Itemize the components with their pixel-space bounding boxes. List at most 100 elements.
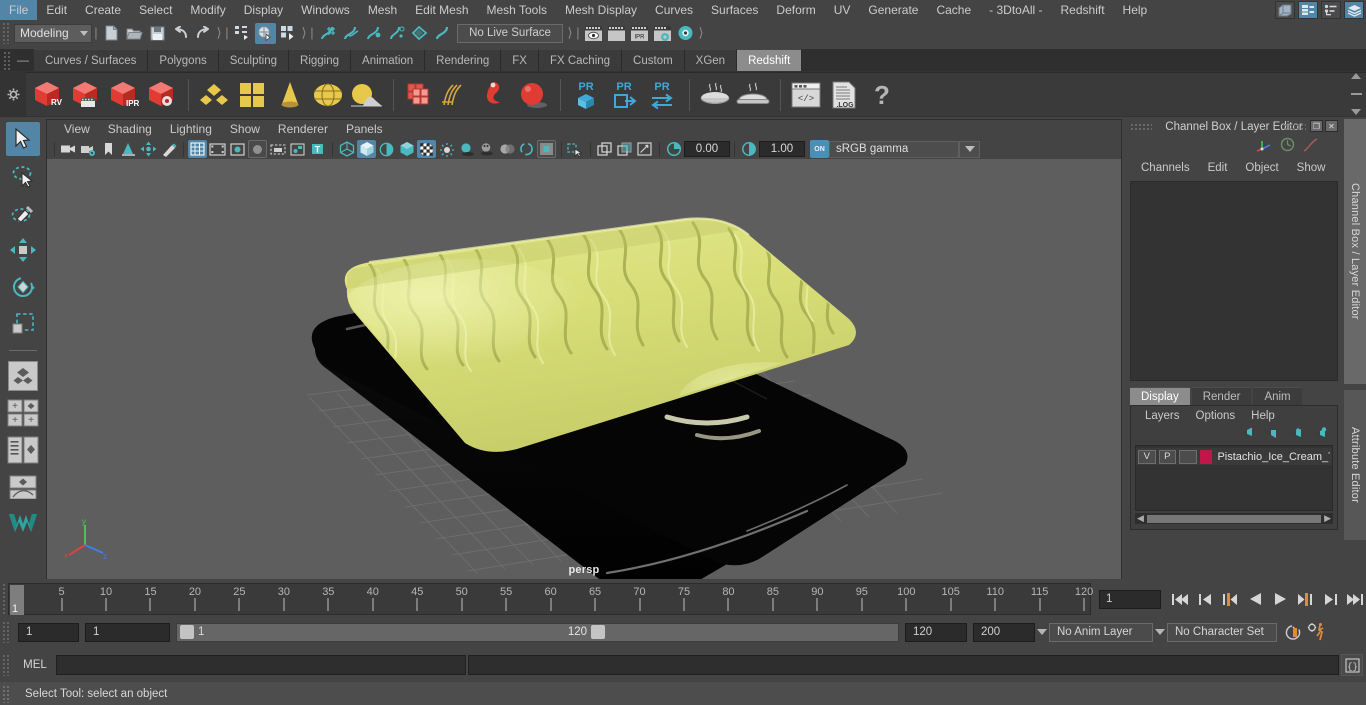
layer-shading-toggle[interactable] <box>1179 449 1197 464</box>
layer-menu-layers[interactable]: Layers <box>1137 410 1188 422</box>
status-line-grip[interactable] <box>2 22 11 44</box>
shelf-rs-help-icon[interactable]: ? <box>864 76 900 114</box>
chevron-up-icon[interactable] <box>1351 73 1361 79</box>
layer-playback-toggle[interactable]: P <box>1158 449 1177 464</box>
display-layer2-icon[interactable] <box>615 140 634 158</box>
shelf-tab-rendering[interactable]: Rendering <box>425 49 502 71</box>
menu-display[interactable]: Display <box>235 0 292 20</box>
lasso-select-tool[interactable] <box>6 159 40 193</box>
restore-icon[interactable]: ❐ <box>1310 120 1323 132</box>
wireframe-icon[interactable] <box>337 140 356 158</box>
character-set-chevron-icon[interactable] <box>1153 623 1167 642</box>
exposure-control-icon[interactable] <box>664 140 683 158</box>
chevron-down-icon[interactable] <box>1351 109 1361 115</box>
snap-to-point-icon[interactable] <box>363 23 384 44</box>
depth-of-field-icon[interactable] <box>517 140 536 158</box>
motion-blur-icon[interactable] <box>497 140 516 158</box>
snap-to-curve-icon[interactable] <box>340 23 361 44</box>
menu-create[interactable]: Create <box>76 0 130 20</box>
panel-grip[interactable] <box>1130 123 1152 131</box>
viewport-canvas[interactable]: y x z persp <box>47 159 1121 579</box>
shelf-tab-redshift[interactable]: Redshift <box>737 49 803 71</box>
render-current-frame-icon[interactable] <box>583 23 604 44</box>
shelf-rs-script-icon[interactable]: </> <box>788 76 824 114</box>
vtab-attribute-editor[interactable]: Attribute Editor <box>1344 390 1366 540</box>
paint-select-tool[interactable] <box>6 196 40 230</box>
command-input[interactable] <box>56 655 466 675</box>
go-to-end-icon[interactable] <box>1344 589 1366 609</box>
menu-3dtoall[interactable]: - 3DtoAll - <box>980 0 1051 20</box>
auto-keyframe-icon[interactable] <box>1281 624 1305 641</box>
xray-joints-icon[interactable] <box>566 140 585 158</box>
select-by-component-type-icon[interactable] <box>278 23 299 44</box>
tab-anim[interactable]: Anim <box>1253 387 1302 405</box>
create-layer-from-selected-icon[interactable] <box>1312 426 1327 442</box>
range-start-field[interactable] <box>85 622 170 642</box>
render-settings-icon[interactable] <box>652 23 673 44</box>
live-surface-field[interactable]: No Live Surface <box>457 23 563 43</box>
hardware-texturing-icon[interactable] <box>397 140 416 158</box>
help-line-grip[interactable] <box>2 684 11 703</box>
close-icon[interactable]: ✕ <box>1325 120 1338 132</box>
menu-mesh-display[interactable]: Mesh Display <box>556 0 646 20</box>
move-tool[interactable] <box>6 233 40 267</box>
shelf-tab-sculpting[interactable]: Sculpting <box>218 49 290 71</box>
scroll-thumb[interactable] <box>1146 514 1322 523</box>
layer-list-hscrollbar[interactable]: ◀ ▶ <box>1135 513 1333 524</box>
channel-box-content[interactable] <box>1130 181 1338 381</box>
single-pane-layout[interactable] <box>6 359 40 393</box>
2d-pan-zoom-icon[interactable] <box>139 140 158 158</box>
create-new-layer-icon[interactable] <box>1288 427 1303 442</box>
shelf-rs-dome-light-icon[interactable] <box>310 76 346 114</box>
menu-modify[interactable]: Modify <box>181 0 234 20</box>
menu-set-selector[interactable]: Modeling <box>14 23 92 43</box>
viewport-menu-view[interactable]: View <box>55 120 99 139</box>
multisample-aa-icon[interactable] <box>417 140 436 158</box>
play-forwards-icon[interactable] <box>1269 589 1291 609</box>
smooth-shade-all-icon[interactable] <box>357 140 376 158</box>
menu-mesh-tools[interactable]: Mesh Tools <box>478 0 556 20</box>
layers-toggle-icon[interactable] <box>1344 1 1364 19</box>
layer-list[interactable]: V P Pistachio_Ice_Cream_Tu <box>1135 445 1333 511</box>
render-sequence-icon[interactable] <box>606 23 627 44</box>
rotate-tool[interactable] <box>6 270 40 304</box>
shelf-tab-fx[interactable]: FX <box>501 49 539 71</box>
menu-curves[interactable]: Curves <box>646 0 702 20</box>
bookmark-icon[interactable] <box>99 140 118 158</box>
shelf-tab-rigging[interactable]: Rigging <box>289 49 352 71</box>
shelf-rs-proxy-icon[interactable] <box>401 76 437 114</box>
gamma-field[interactable] <box>759 141 805 157</box>
undo-icon[interactable] <box>170 23 191 44</box>
range-right-handle[interactable] <box>591 625 605 639</box>
range-end-field[interactable] <box>905 622 967 642</box>
gate-mask-icon[interactable] <box>248 140 267 158</box>
character-set-combo[interactable]: No Character Set <box>1167 622 1277 642</box>
move-layer-up-icon[interactable] <box>1240 427 1255 442</box>
shelf-menu-icon[interactable] <box>1350 93 1362 95</box>
resolution-gate-icon[interactable] <box>228 140 247 158</box>
camera-attributes-icon[interactable] <box>79 140 98 158</box>
snap-to-view-plane-icon[interactable] <box>409 23 430 44</box>
outliner-persp-layout[interactable] <box>6 433 40 467</box>
exposure-icon[interactable] <box>288 140 307 158</box>
shelf-options-gear-icon[interactable] <box>0 71 26 117</box>
command-line-grip[interactable] <box>2 654 11 676</box>
shelf-tab-animation[interactable]: Animation <box>351 49 426 71</box>
viewport-menu-panels[interactable]: Panels <box>337 120 392 139</box>
color-management-toggle[interactable]: ON <box>810 140 829 158</box>
layer-color-swatch[interactable] <box>1199 449 1213 464</box>
shelf-tab-custom[interactable]: Custom <box>622 49 685 71</box>
screen-space-ao-icon[interactable] <box>477 140 496 158</box>
step-forward-frame-icon[interactable] <box>1294 589 1316 609</box>
four-pane-layout[interactable]: + + + <box>6 396 40 430</box>
menu-deform[interactable]: Deform <box>767 0 824 20</box>
film-origin-icon[interactable] <box>268 140 287 158</box>
chevron-down-icon[interactable] <box>959 140 980 158</box>
graph-icon[interactable] <box>1303 137 1318 155</box>
layer-menu-help[interactable]: Help <box>1243 410 1283 422</box>
select-camera-icon[interactable] <box>59 140 78 158</box>
clock-icon[interactable] <box>1280 137 1295 155</box>
current-time-indicator[interactable]: 1 <box>10 585 24 615</box>
channel-menu-edit[interactable]: Edit <box>1199 162 1237 174</box>
shelf-rs-sphere-icon[interactable] <box>515 76 551 114</box>
